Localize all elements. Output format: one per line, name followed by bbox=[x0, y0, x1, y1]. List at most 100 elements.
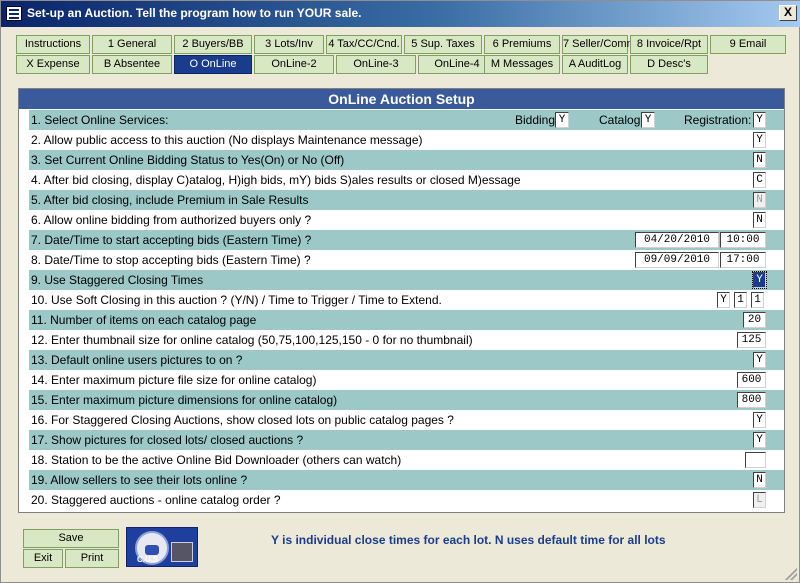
setting-row-12: 12. Enter thumbnail size for online cata… bbox=[29, 330, 784, 350]
setting-label: 17. Show pictures for closed lots/ close… bbox=[31, 433, 304, 447]
thumbnail-size-field[interactable]: 125 bbox=[737, 332, 766, 348]
setting-label: 3. Set Current Online Bidding Status to … bbox=[31, 153, 345, 167]
tab-email[interactable]: 9 Email bbox=[710, 35, 786, 54]
resize-grip-icon[interactable] bbox=[785, 568, 797, 580]
save-button[interactable]: Save bbox=[23, 529, 119, 548]
setting-row-4: 4. After bid closing, display C)atalog, … bbox=[29, 170, 784, 190]
catalog-order-field[interactable]: L bbox=[753, 492, 766, 508]
show-closed-lots-field[interactable]: Y bbox=[753, 412, 766, 428]
tab-seller-comm[interactable]: 7 Seller/Comm bbox=[562, 35, 636, 54]
start-time-field[interactable]: 10:00 bbox=[720, 232, 766, 248]
setting-label: 10. Use Soft Closing in this auction ? (… bbox=[31, 293, 442, 307]
setting-row-11: 11. Number of items on each catalog page… bbox=[29, 310, 784, 330]
setting-row-7: 7. Date/Time to start accepting bids (Ea… bbox=[29, 230, 784, 250]
help-hint: Y is individual close times for each lot… bbox=[271, 533, 666, 547]
authorized-buyers-field[interactable]: N bbox=[753, 212, 766, 228]
catalog-label: Catalog: bbox=[599, 113, 644, 127]
tab-messages[interactable]: M Messages bbox=[484, 55, 560, 74]
stop-time-field[interactable]: 17:00 bbox=[720, 252, 766, 268]
close-button[interactable]: X bbox=[779, 5, 797, 21]
panel-title: OnLine Auction Setup bbox=[19, 89, 784, 109]
tab-absentee[interactable]: B Absentee bbox=[92, 55, 172, 74]
tab-tax[interactable]: 4 Tax/CC/Cnd. bbox=[326, 35, 402, 54]
bidding-field[interactable]: Y bbox=[555, 112, 569, 128]
setting-row-20: 20. Staggered auctions - online catalog … bbox=[29, 490, 784, 510]
setting-row-19: 19. Allow sellers to see their lots onli… bbox=[29, 470, 784, 490]
tab-premiums[interactable]: 6 Premiums bbox=[484, 35, 560, 54]
tab-descs[interactable]: D Desc's bbox=[630, 55, 708, 74]
setting-label: 12. Enter thumbnail size for online cata… bbox=[31, 333, 473, 347]
downloader-station-field[interactable] bbox=[745, 452, 766, 468]
company-logo: C.U.S bbox=[126, 527, 198, 567]
tab-sup-taxes[interactable]: 5 Sup. Taxes bbox=[404, 35, 482, 54]
setting-row-8: 8. Date/Time to stop accepting bids (Eas… bbox=[29, 250, 784, 270]
setting-row-13: 13. Default online users pictures to on … bbox=[29, 350, 784, 370]
setting-label: 14. Enter maximum picture file size for … bbox=[31, 373, 317, 387]
setting-label: 15. Enter maximum picture dimensions for… bbox=[31, 393, 338, 407]
exit-button[interactable]: Exit bbox=[23, 549, 63, 568]
tab-lots[interactable]: 3 Lots/Inv bbox=[254, 35, 324, 54]
setting-label: 19. Allow sellers to see their lots onli… bbox=[31, 473, 248, 487]
setting-row-2: 2. Allow public access to this auction (… bbox=[29, 130, 784, 150]
setting-row-3: 3. Set Current Online Bidding Status to … bbox=[29, 150, 784, 170]
window-title: Set-up an Auction. Tell the program how … bbox=[27, 6, 362, 20]
sellers-see-lots-field[interactable]: N bbox=[753, 472, 766, 488]
online-setup-panel: OnLine Auction Setup 1. Select Online Se… bbox=[18, 88, 785, 513]
auction-setup-window: Set-up an Auction. Tell the program how … bbox=[0, 0, 800, 583]
soft-trigger-field[interactable]: 1 bbox=[734, 292, 747, 308]
setting-label: 4. After bid closing, display C)atalog, … bbox=[31, 173, 521, 187]
setting-label: 7. Date/Time to start accepting bids (Ea… bbox=[31, 233, 312, 247]
after-closing-display-field[interactable]: C bbox=[753, 172, 766, 188]
setting-label: 6. Allow online bidding from authorized … bbox=[31, 213, 312, 227]
tab-online-3[interactable]: OnLine-3 bbox=[336, 55, 416, 74]
max-dimensions-field[interactable]: 800 bbox=[737, 392, 766, 408]
title-bar[interactable]: Set-up an Auction. Tell the program how … bbox=[1, 1, 800, 27]
soft-extend-field[interactable]: 1 bbox=[751, 292, 764, 308]
setting-row-16: 16. For Staggered Closing Auctions, show… bbox=[29, 410, 784, 430]
tab-online[interactable]: O OnLine bbox=[174, 55, 252, 74]
setting-row-14: 14. Enter maximum picture file size for … bbox=[29, 370, 784, 390]
setting-label: 5. After bid closing, include Premium in… bbox=[31, 193, 309, 207]
setting-row-18: 18. Station to be the active Online Bid … bbox=[29, 450, 784, 470]
staggered-closing-field[interactable]: Y bbox=[752, 271, 767, 289]
soft-closing-field[interactable]: Y bbox=[717, 292, 730, 308]
setting-label: 9. Use Staggered Closing Times bbox=[31, 273, 204, 287]
setting-row-6: 6. Allow online bidding from authorized … bbox=[29, 210, 784, 230]
setting-label: 11. Number of items on each catalog page bbox=[31, 313, 257, 327]
logo-text: C.U.S bbox=[137, 555, 159, 564]
catalog-field[interactable]: Y bbox=[641, 112, 655, 128]
default-pictures-field[interactable]: Y bbox=[753, 352, 766, 368]
tab-auditlog[interactable]: A AuditLog bbox=[562, 55, 628, 74]
tab-buyers[interactable]: 2 Buyers/BB bbox=[174, 35, 252, 54]
include-premium-field[interactable]: N bbox=[753, 192, 766, 208]
bidding-status-field[interactable]: N bbox=[753, 152, 766, 168]
setting-label: 16. For Staggered Closing Auctions, show… bbox=[31, 413, 454, 427]
setting-row-9: 9. Use Staggered Closing Times Y bbox=[29, 270, 784, 290]
setting-row-17: 17. Show pictures for closed lots/ close… bbox=[29, 430, 784, 450]
setting-label: 18. Station to be the active Online Bid … bbox=[31, 453, 402, 467]
tab-general[interactable]: 1 General bbox=[92, 35, 172, 54]
setting-label: 1. Select Online Services: bbox=[31, 113, 169, 127]
tab-expense[interactable]: X Expense bbox=[16, 55, 90, 74]
max-file-size-field[interactable]: 600 bbox=[737, 372, 766, 388]
registration-field[interactable]: Y bbox=[753, 112, 766, 128]
setting-label: 8. Date/Time to stop accepting bids (Eas… bbox=[31, 253, 311, 267]
app-icon bbox=[6, 6, 22, 21]
print-button[interactable]: Print bbox=[65, 549, 119, 568]
tab-online-2[interactable]: OnLine-2 bbox=[254, 55, 334, 74]
public-access-field[interactable]: Y bbox=[753, 132, 766, 148]
bottom-bar: Save Exit Print C.U.S Y is individual cl… bbox=[1, 521, 800, 583]
registration-label: Registration: bbox=[684, 113, 752, 127]
start-date-field[interactable]: 04/20/2010 bbox=[635, 232, 719, 248]
closed-pictures-field[interactable]: Y bbox=[753, 432, 766, 448]
setting-row-15: 15. Enter maximum picture dimensions for… bbox=[29, 390, 784, 410]
setting-label: 2. Allow public access to this auction (… bbox=[31, 133, 423, 147]
tab-instructions[interactable]: Instructions bbox=[16, 35, 90, 54]
setting-row-10: 10. Use Soft Closing in this auction ? (… bbox=[29, 290, 784, 310]
bidding-label: Bidding: bbox=[515, 113, 559, 127]
stop-date-field[interactable]: 09/09/2010 bbox=[635, 252, 719, 268]
tab-invoice[interactable]: 8 Invoice/Rpt bbox=[630, 35, 708, 54]
device-icon bbox=[171, 542, 193, 562]
setting-row-5: 5. After bid closing, include Premium in… bbox=[29, 190, 784, 210]
items-per-page-field[interactable]: 20 bbox=[743, 312, 766, 328]
